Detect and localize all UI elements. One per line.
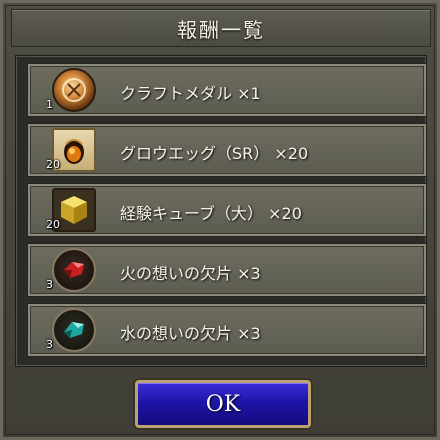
water-fragment-icon: [52, 308, 96, 352]
craft-medal-icon: [52, 68, 96, 112]
reward-count: 20: [46, 218, 60, 231]
reward-item: 3 火の想いの欠片 ×3: [28, 244, 426, 296]
reward-label: 水の想いの欠片 ×3: [120, 324, 261, 343]
reward-count: 1: [46, 98, 53, 111]
reward-count: 3: [46, 278, 53, 291]
ok-button-label: OK: [205, 391, 241, 417]
ok-button[interactable]: OK: [135, 380, 311, 428]
reward-count: 20: [46, 158, 60, 171]
reward-label: クラフトメダル ×1: [120, 84, 261, 103]
reward-item: 3 水の想いの欠片 ×3: [28, 304, 426, 356]
reward-list: 1 クラフトメダル ×1 20 グロウエッグ（SR） ×20 20 経験キューブ…: [15, 55, 427, 367]
reward-count: 3: [46, 338, 53, 351]
fire-fragment-icon: [52, 248, 96, 292]
dialog-title: 報酬一覧: [177, 17, 265, 42]
title-bar: 報酬一覧: [11, 9, 431, 47]
reward-dialog: 報酬一覧 1 クラフトメダル ×1 20 グロウエッグ（SR） ×20 20 経…: [0, 0, 440, 440]
reward-item: 20 経験キューブ（大） ×20: [28, 184, 426, 236]
reward-item: 20 グロウエッグ（SR） ×20: [28, 124, 426, 176]
reward-item: 1 クラフトメダル ×1: [28, 64, 426, 116]
reward-label: 経験キューブ（大） ×20: [120, 204, 302, 223]
reward-label: グロウエッグ（SR） ×20: [120, 144, 309, 163]
reward-label: 火の想いの欠片 ×3: [120, 264, 261, 283]
